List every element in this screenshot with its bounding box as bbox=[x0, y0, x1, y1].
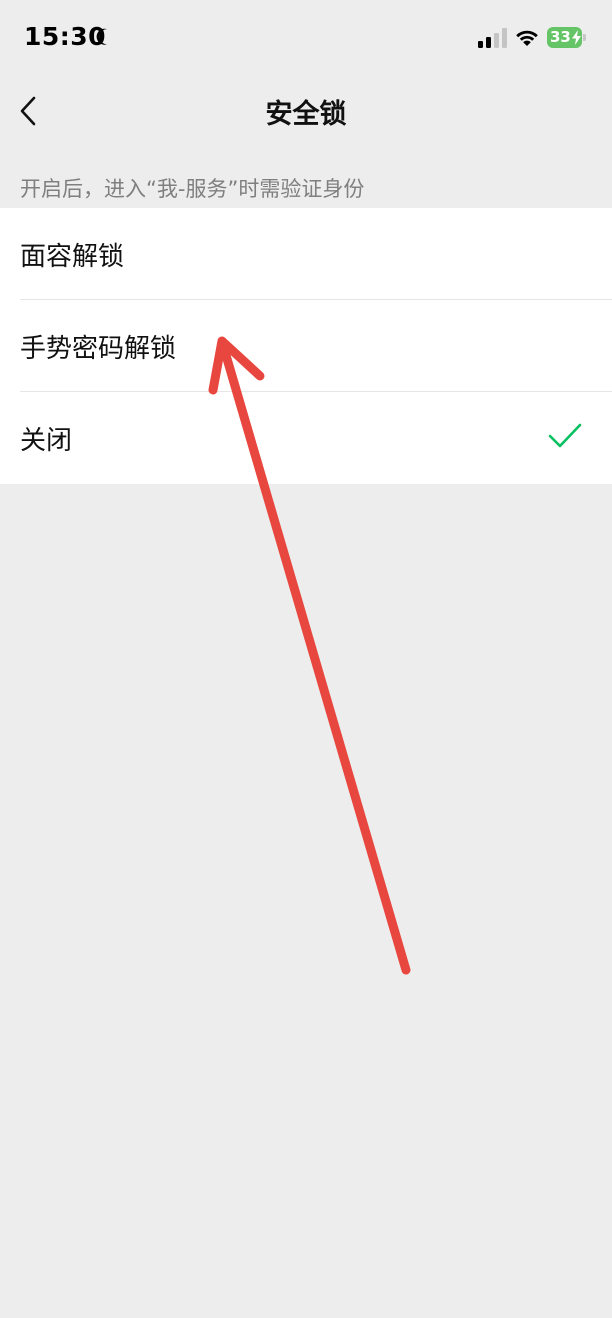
options-list: 面容解锁 手势密码解锁 关闭 bbox=[0, 208, 612, 484]
page-title: 安全锁 bbox=[265, 99, 347, 130]
charging-bolt-icon bbox=[572, 30, 581, 45]
cellular-signal-icon bbox=[478, 28, 507, 48]
option-gesture-password-unlock[interactable]: 手势密码解锁 bbox=[0, 300, 612, 392]
option-face-unlock[interactable]: 面容解锁 bbox=[0, 208, 612, 300]
battery-charging-icon: 33 bbox=[547, 27, 587, 48]
status-bar: 15:30 33 bbox=[0, 0, 612, 76]
checkmark-icon bbox=[548, 423, 582, 448]
moon-icon bbox=[96, 28, 108, 45]
option-label: 手势密码解锁 bbox=[20, 334, 177, 364]
battery-cap bbox=[583, 34, 586, 41]
option-off[interactable]: 关闭 bbox=[0, 392, 612, 484]
option-label: 关闭 bbox=[20, 426, 73, 456]
status-time: 15:30 bbox=[24, 22, 107, 51]
section-hint: 开启后，进入“我-服务”时需验证身份 bbox=[20, 177, 365, 201]
wifi-icon bbox=[516, 30, 538, 46]
nav-bar: 安全锁 bbox=[0, 76, 612, 144]
option-label: 面容解锁 bbox=[20, 242, 125, 272]
